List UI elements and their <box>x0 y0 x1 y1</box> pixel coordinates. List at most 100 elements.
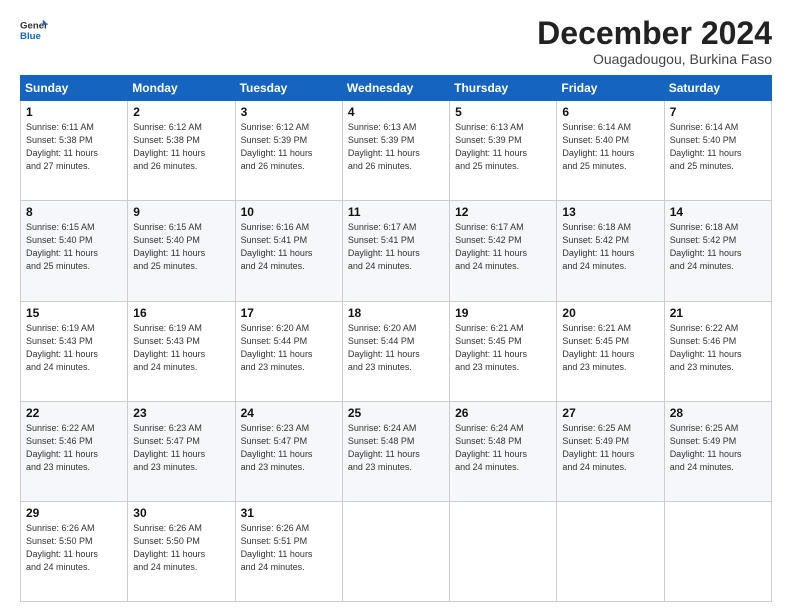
table-row: 27 Sunrise: 6:25 AM Sunset: 5:49 PM Dayli… <box>557 401 664 501</box>
col-wednesday: Wednesday <box>342 76 449 101</box>
table-row: 9Sunrise: 6:15 AM Sunset: 5:40 PM Daylig… <box>128 201 235 301</box>
table-row: 16Sunrise: 6:19 AM Sunset: 5:43 PM Dayli… <box>128 301 235 401</box>
col-monday: Monday <box>128 76 235 101</box>
day-info: Sunrise: 6:19 AM Sunset: 5:43 PM Dayligh… <box>133 322 229 374</box>
table-row <box>342 501 449 601</box>
table-row: 5 Sunrise: 6:13 AM Sunset: 5:39 PM Daylig… <box>450 101 557 201</box>
col-thursday: Thursday <box>450 76 557 101</box>
day-info: Sunrise: 6:24 AM Sunset: 5:48 PM Dayligh… <box>455 422 551 474</box>
day-info: Sunrise: 6:18 AM Sunset: 5:42 PM Dayligh… <box>670 221 766 273</box>
day-number: 2 <box>133 105 229 119</box>
calendar-table: Sunday Monday Tuesday Wednesday Thursday… <box>20 75 772 602</box>
day-info: Sunrise: 6:25 AM Sunset: 5:49 PM Dayligh… <box>670 422 766 474</box>
day-info: Sunrise: 6:21 AM Sunset: 5:45 PM Dayligh… <box>455 322 551 374</box>
day-info: Sunrise: 6:20 AM Sunset: 5:44 PM Dayligh… <box>241 322 337 374</box>
page: General Blue December 2024 Ouagadougou, … <box>0 0 792 612</box>
day-number: 4 <box>348 105 444 119</box>
table-row: 22Sunrise: 6:22 AM Sunset: 5:46 PM Dayli… <box>21 401 128 501</box>
title-section: December 2024 Ouagadougou, Burkina Faso <box>537 16 772 67</box>
day-number: 3 <box>241 105 337 119</box>
table-row: 4 Sunrise: 6:13 AM Sunset: 5:39 PM Daylig… <box>342 101 449 201</box>
day-info: Sunrise: 6:23 AM Sunset: 5:47 PM Dayligh… <box>241 422 337 474</box>
day-info: Sunrise: 6:13 AM Sunset: 5:39 PM Dayligh… <box>455 121 551 173</box>
day-info: Sunrise: 6:14 AM Sunset: 5:40 PM Dayligh… <box>670 121 766 173</box>
day-number: 7 <box>670 105 766 119</box>
table-row: 2Sunrise: 6:12 AM Sunset: 5:38 PM Daylig… <box>128 101 235 201</box>
day-number: 28 <box>670 406 766 420</box>
day-number: 8 <box>26 205 122 219</box>
day-number: 12 <box>455 205 551 219</box>
table-row: 25Sunrise: 6:24 AM Sunset: 5:48 PM Dayli… <box>342 401 449 501</box>
day-info: Sunrise: 6:13 AM Sunset: 5:39 PM Dayligh… <box>348 121 444 173</box>
table-row: 6 Sunrise: 6:14 AM Sunset: 5:40 PM Daylig… <box>557 101 664 201</box>
logo-icon: General Blue <box>20 16 48 44</box>
table-row <box>450 501 557 601</box>
table-row: 14 Sunrise: 6:18 AM Sunset: 5:42 PM Dayli… <box>664 201 771 301</box>
day-info: Sunrise: 6:11 AM Sunset: 5:38 PM Dayligh… <box>26 121 122 173</box>
day-number: 6 <box>562 105 658 119</box>
day-number: 29 <box>26 506 122 520</box>
table-row: 30 Sunrise: 6:26 AM Sunset: 5:50 PM Dayli… <box>128 501 235 601</box>
day-number: 15 <box>26 306 122 320</box>
table-row <box>557 501 664 601</box>
day-info: Sunrise: 6:20 AM Sunset: 5:44 PM Dayligh… <box>348 322 444 374</box>
day-number: 21 <box>670 306 766 320</box>
table-row: 15 Sunrise: 6:19 AM Sunset: 5:43 PM Dayli… <box>21 301 128 401</box>
header-row: Sunday Monday Tuesday Wednesday Thursday… <box>21 76 772 101</box>
table-row: 13Sunrise: 6:18 AM Sunset: 5:42 PM Dayli… <box>557 201 664 301</box>
table-row: 29Sunrise: 6:26 AM Sunset: 5:50 PM Dayli… <box>21 501 128 601</box>
day-info: Sunrise: 6:17 AM Sunset: 5:41 PM Dayligh… <box>348 221 444 273</box>
day-number: 19 <box>455 306 551 320</box>
week-row-3: 15 Sunrise: 6:19 AM Sunset: 5:43 PM Dayli… <box>21 301 772 401</box>
week-row-4: 22Sunrise: 6:22 AM Sunset: 5:46 PM Dayli… <box>21 401 772 501</box>
table-row: 17Sunrise: 6:20 AM Sunset: 5:44 PM Dayli… <box>235 301 342 401</box>
table-row: 7 Sunrise: 6:14 AM Sunset: 5:40 PM Daylig… <box>664 101 771 201</box>
day-number: 18 <box>348 306 444 320</box>
day-number: 11 <box>348 205 444 219</box>
day-number: 31 <box>241 506 337 520</box>
day-number: 27 <box>562 406 658 420</box>
day-number: 5 <box>455 105 551 119</box>
table-row: 10 Sunrise: 6:16 AM Sunset: 5:41 PM Dayli… <box>235 201 342 301</box>
table-row: 20 Sunrise: 6:21 AM Sunset: 5:45 PM Dayli… <box>557 301 664 401</box>
col-saturday: Saturday <box>664 76 771 101</box>
table-row: 8 Sunrise: 6:15 AM Sunset: 5:40 PM Daylig… <box>21 201 128 301</box>
day-info: Sunrise: 6:21 AM Sunset: 5:45 PM Dayligh… <box>562 322 658 374</box>
header: General Blue December 2024 Ouagadougou, … <box>20 16 772 67</box>
day-number: 26 <box>455 406 551 420</box>
day-info: Sunrise: 6:16 AM Sunset: 5:41 PM Dayligh… <box>241 221 337 273</box>
month-title: December 2024 <box>537 16 772 51</box>
day-info: Sunrise: 6:14 AM Sunset: 5:40 PM Dayligh… <box>562 121 658 173</box>
week-row-5: 29 Sunrise: 6:26 AM Sunset: 5:50 PM Dayli… <box>21 501 772 601</box>
table-row: 31Sunrise: 6:26 AM Sunset: 5:51 PM Dayli… <box>235 501 342 601</box>
day-info: Sunrise: 6:22 AM Sunset: 5:46 PM Dayligh… <box>670 322 766 374</box>
day-info: Sunrise: 6:12 AM Sunset: 5:39 PM Dayligh… <box>241 121 337 173</box>
day-number: 24 <box>241 406 337 420</box>
day-number: 25 <box>348 406 444 420</box>
day-info: Sunrise: 6:26 AM Sunset: 5:50 PM Dayligh… <box>133 522 229 574</box>
day-info: Sunrise: 6:18 AM Sunset: 5:42 PM Dayligh… <box>562 221 658 273</box>
day-info: Sunrise: 6:23 AM Sunset: 5:47 PM Dayligh… <box>133 422 229 474</box>
table-row: 21 Sunrise: 6:22 AM Sunset: 5:46 PM Dayli… <box>664 301 771 401</box>
week-row-2: 8 Sunrise: 6:15 AM Sunset: 5:40 PM Daylig… <box>21 201 772 301</box>
day-number: 10 <box>241 205 337 219</box>
logo: General Blue <box>20 16 48 44</box>
week-row-1: 1Sunrise: 6:11 AM Sunset: 5:38 PM Daylig… <box>21 101 772 201</box>
day-number: 23 <box>133 406 229 420</box>
col-sunday: Sunday <box>21 76 128 101</box>
table-row <box>664 501 771 601</box>
table-row: 3 Sunrise: 6:12 AM Sunset: 5:39 PM Daylig… <box>235 101 342 201</box>
day-info: Sunrise: 6:22 AM Sunset: 5:46 PM Dayligh… <box>26 422 122 474</box>
table-row: 19 Sunrise: 6:21 AM Sunset: 5:45 PM Dayli… <box>450 301 557 401</box>
day-info: Sunrise: 6:25 AM Sunset: 5:49 PM Dayligh… <box>562 422 658 474</box>
day-number: 30 <box>133 506 229 520</box>
day-number: 20 <box>562 306 658 320</box>
day-info: Sunrise: 6:19 AM Sunset: 5:43 PM Dayligh… <box>26 322 122 374</box>
table-row: 24 Sunrise: 6:23 AM Sunset: 5:47 PM Dayli… <box>235 401 342 501</box>
day-info: Sunrise: 6:17 AM Sunset: 5:42 PM Dayligh… <box>455 221 551 273</box>
table-row: 11 Sunrise: 6:17 AM Sunset: 5:41 PM Dayli… <box>342 201 449 301</box>
day-info: Sunrise: 6:15 AM Sunset: 5:40 PM Dayligh… <box>26 221 122 273</box>
day-number: 14 <box>670 205 766 219</box>
day-number: 9 <box>133 205 229 219</box>
table-row: 18 Sunrise: 6:20 AM Sunset: 5:44 PM Dayli… <box>342 301 449 401</box>
